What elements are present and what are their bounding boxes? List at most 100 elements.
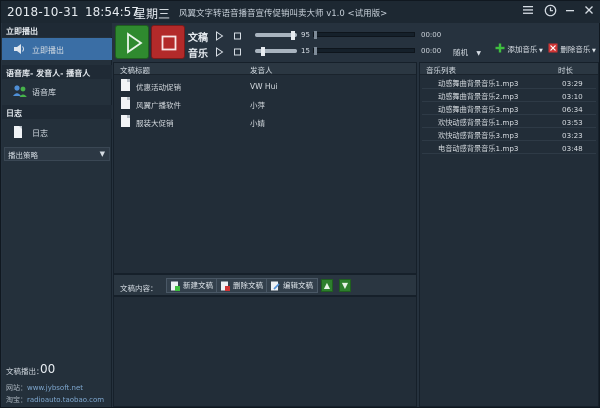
doc-label: 文稿: [188, 33, 208, 44]
doc-volume-slider[interactable]: [255, 30, 297, 40]
col-music-name[interactable]: 音乐列表: [426, 65, 456, 76]
music-name: 动感舞曲背景音乐1.mp3: [438, 79, 519, 88]
play-mode-select[interactable]: 随机 ▼: [453, 47, 481, 58]
music-volume-value: 15: [301, 47, 310, 55]
clock-time: 18:54:57: [85, 5, 139, 19]
music-progress-bar[interactable]: [313, 46, 415, 55]
music-label: 音乐: [188, 49, 208, 60]
doc-content-area[interactable]: [113, 296, 417, 407]
table-row[interactable]: 服装大促销 小婧: [114, 113, 416, 131]
music-duration: 06:34: [562, 105, 583, 114]
music-name: 欢快动感背景音乐1.mp3: [438, 118, 519, 127]
doc-volume-thumb[interactable]: [291, 30, 295, 40]
document-icon: [12, 125, 26, 139]
doc-count-label: 文稿播出：: [6, 367, 44, 376]
minimize-icon[interactable]: [562, 4, 578, 20]
menu-icon[interactable]: [520, 4, 536, 20]
play-mode-value: 随机: [453, 48, 468, 57]
music-table: 音乐列表 时长 动感舞曲背景音乐1.mp3 03:29 动感舞曲背景音乐2.mp…: [419, 62, 599, 407]
music-duration: 03:23: [562, 131, 583, 140]
file-icon: [121, 79, 130, 91]
music-name: 欢快动感背景音乐3.mp3: [438, 131, 519, 140]
delete-document-icon: [220, 281, 230, 291]
delete-music-label: 删除音乐: [560, 45, 591, 54]
clock-icon[interactable]: [542, 4, 558, 20]
new-doc-label: 新建文稿: [183, 281, 213, 290]
col-title[interactable]: 文稿标题: [120, 65, 150, 76]
list-item[interactable]: 电音动感背景音乐1.mp3 03:48: [422, 143, 596, 154]
content-toolbar: 文稿内容： 新建文稿 删除文稿 编辑文稿 ▲ ▼: [113, 274, 417, 296]
sidebar-item-log[interactable]: 日志: [2, 121, 112, 143]
doc-stop-icon[interactable]: [232, 31, 242, 41]
section-head-voices: 语音库- 发音人- 播音人: [2, 65, 112, 79]
col-speaker[interactable]: 发音人: [250, 65, 273, 76]
list-item[interactable]: 动感舞曲背景音乐3.mp3 06:34: [422, 104, 596, 115]
music-name: 动感舞曲背景音乐3.mp3: [438, 105, 519, 114]
music-volume-thumb[interactable]: [261, 46, 265, 56]
doc-volume-value: 95: [301, 31, 310, 39]
list-item[interactable]: 欢快动感背景音乐1.mp3 03:53: [422, 117, 596, 128]
music-volume-slider[interactable]: [255, 46, 297, 56]
delete-doc-label: 删除文稿: [233, 281, 263, 290]
move-down-button[interactable]: ▼: [339, 279, 351, 292]
music-progress-thumb[interactable]: [314, 46, 317, 55]
move-up-button[interactable]: ▲: [321, 279, 333, 292]
doc-table: 文稿标题 发音人 优惠活动促销 VW Hui 风翼广播软件 小萍 服装大促销 小…: [113, 62, 417, 274]
caret-down-icon: ▼: [590, 48, 596, 54]
site-label: 网站：: [6, 384, 27, 392]
site-line: 网站：www.jybsoft.net: [6, 383, 83, 393]
music-play-icon[interactable]: [214, 47, 224, 57]
sidebar-item-label: 立即播出: [32, 46, 64, 55]
site-link[interactable]: www.jybsoft.net: [27, 384, 83, 392]
playback-controls: 文稿 95 00:00 音乐 15 00:00 随机 ▼ 添加音乐 ▼ 删除音乐…: [113, 23, 599, 61]
strategy-dropdown[interactable]: 播出策略 ▼: [4, 147, 110, 161]
sidebar: 立即播出 立即播出 语音库- 发音人- 播音人 语音库 日志 日志 播出策略 ▼…: [2, 23, 112, 407]
doc-count: 00: [40, 362, 56, 376]
music-time: 00:00: [421, 47, 442, 55]
caret-down-icon: ▼: [537, 48, 543, 54]
doc-progress-bar[interactable]: [313, 30, 415, 39]
plus-icon: [495, 43, 505, 53]
music-name: 电音动感背景音乐1.mp3: [438, 144, 519, 153]
caret-down-icon: ▼: [476, 50, 482, 57]
doc-title: 优惠活动促销: [136, 83, 181, 92]
doc-progress-thumb[interactable]: [314, 30, 317, 39]
add-music-button[interactable]: 添加音乐 ▼: [495, 43, 543, 57]
doc-time: 00:00: [421, 31, 442, 39]
delete-music-button[interactable]: 删除音乐 ▼: [548, 43, 596, 57]
music-duration: 03:29: [562, 79, 583, 88]
sidebar-item-label: 日志: [32, 129, 48, 138]
shop-link[interactable]: radioauto.taobao.com: [27, 396, 104, 404]
app-window: 2018-10-31 18:54:57 星期三 风翼文字转语音播音宣传促销叫卖大…: [0, 0, 600, 408]
stop-button[interactable]: [151, 25, 185, 59]
doc-speaker: 小萍: [250, 101, 265, 110]
list-item[interactable]: 动感舞曲背景音乐2.mp3 03:10: [422, 91, 596, 102]
doc-play-icon[interactable]: [214, 31, 224, 41]
sidebar-item-label: 语音库: [32, 88, 56, 97]
shop-label: 淘宝：: [6, 396, 27, 404]
col-duration[interactable]: 时长: [558, 65, 573, 76]
table-row[interactable]: 风翼广播软件 小萍: [114, 95, 416, 113]
edit-document-icon: [270, 281, 280, 291]
close-icon[interactable]: [581, 4, 597, 20]
title-bar: 2018-10-31 18:54:57 星期三 风翼文字转语音播音宣传促销叫卖大…: [1, 1, 600, 23]
delete-doc-button[interactable]: 删除文稿: [216, 278, 268, 293]
sidebar-item-voices[interactable]: 语音库: [2, 80, 112, 102]
music-duration: 03:48: [562, 144, 583, 153]
new-doc-button[interactable]: 新建文稿: [166, 278, 218, 293]
doc-title: 服装大促销: [136, 119, 174, 128]
doc-title: 风翼广播软件: [136, 101, 181, 110]
speaker-icon: [12, 42, 26, 56]
music-name: 动感舞曲背景音乐2.mp3: [438, 92, 519, 101]
music-stop-icon[interactable]: [232, 47, 242, 57]
edit-doc-button[interactable]: 编辑文稿: [266, 278, 318, 293]
shop-line: 淘宝：radioauto.taobao.com: [6, 395, 104, 405]
table-row[interactable]: 优惠活动促销 VW Hui: [114, 77, 416, 95]
list-item[interactable]: 欢快动感背景音乐3.mp3 03:23: [422, 130, 596, 141]
clock-weekday: 星期三: [134, 7, 171, 21]
play-button[interactable]: [115, 25, 149, 59]
sidebar-item-broadcast[interactable]: 立即播出: [2, 38, 112, 60]
list-item[interactable]: 动感舞曲背景音乐1.mp3 03:29: [422, 78, 596, 89]
users-icon: [12, 84, 27, 98]
clock-date: 2018-10-31: [7, 5, 79, 19]
